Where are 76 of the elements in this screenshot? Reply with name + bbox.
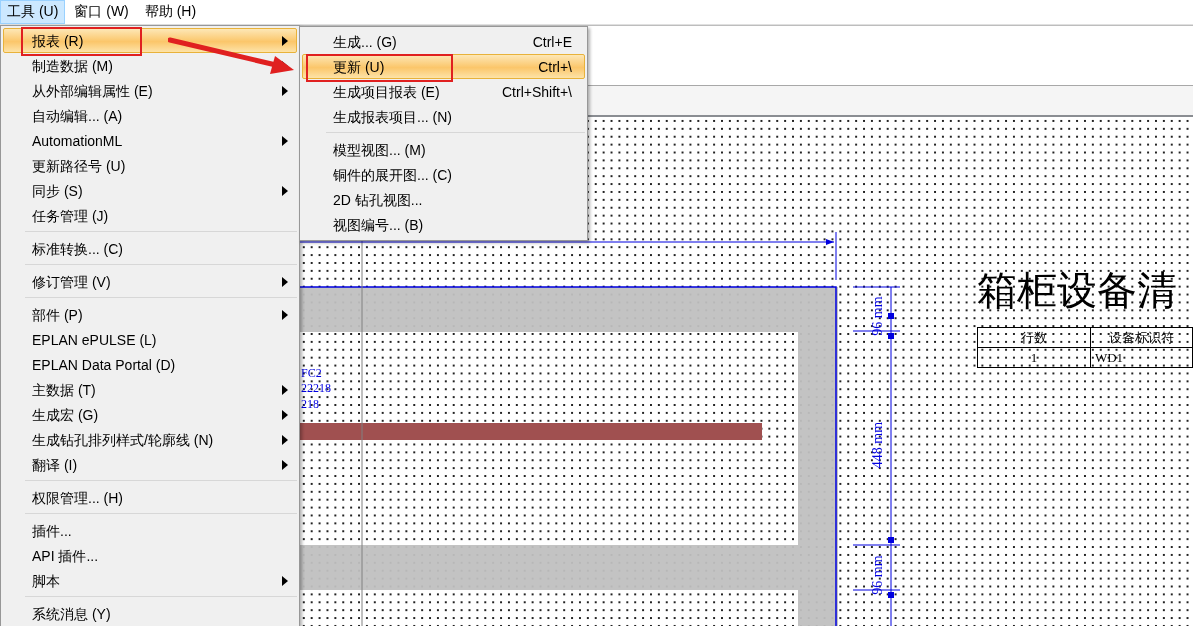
menu-item[interactable]: 铜件的展开图... (C) [302,162,585,187]
menu-item-label: EPLAN Data Portal (D) [32,356,176,373]
menu-item-label: 生成宏 (G) [32,406,99,423]
menu-item-label: AutomationML [32,132,123,149]
menu-item[interactable]: 报表 (R) [3,28,297,53]
menu-item[interactable]: EPLAN ePULSE (L) [3,327,297,352]
menu-item-label: 制造数据 (M) [32,57,113,74]
menu-item[interactable]: EPLAN Data Portal (D) [3,352,297,377]
dimension-text: 96 mm [871,296,885,336]
menu-item-label: 同步 (S) [32,182,83,199]
menu-item[interactable]: 生成... (G) Ctrl+E [302,29,585,54]
shortcut-text: Ctrl+E [532,33,573,50]
menu-item[interactable]: 模型视图... (M) [302,137,585,162]
dimension-text: 96 mm [871,555,885,595]
menu-item[interactable]: 自动编辑... (A) [3,103,297,128]
menu-item[interactable]: 生成项目报表 (E) Ctrl+Shift+\ [302,79,585,104]
table-cell: WD1 [1090,347,1193,368]
menu-bar-item[interactable]: 窗口 (W) [67,0,136,24]
menu-item[interactable]: API 插件... [3,543,297,568]
menu-item-label: API 插件... [32,547,99,564]
menu-item[interactable]: 更新 (U) Ctrl+\ [302,54,585,79]
menu-item-label: 更新路径号 (U) [32,157,126,174]
menu-item[interactable]: 权限管理... (H) [3,485,297,510]
menu-item[interactable]: 系统消息 (Y) [3,601,297,626]
menu-item-label: 主数据 (T) [32,381,96,398]
device-label: 22218 [301,381,331,395]
menu-item[interactable]: 标准转换... (C) [3,236,297,261]
menu-item-label: 2D 钻孔视图... [333,191,423,208]
menu-item[interactable]: 翻译 (I) [3,452,297,477]
menu-item[interactable]: AutomationML [3,128,297,153]
menu-item-label: 标准转换... (C) [32,240,123,257]
menu-item-label: 生成项目报表 (E) [333,83,440,100]
menu-item-label: 插件... [32,522,72,539]
menu-item[interactable]: 更新路径号 (U) [3,153,297,178]
menu-item-label: 权限管理... (H) [32,489,123,506]
menu-item-label: 铜件的展开图... (C) [333,166,452,183]
menu-item[interactable]: 主数据 (T) [3,377,297,402]
column-header: 行数 [977,327,1091,348]
menu-item[interactable]: 同步 (S) [3,178,297,203]
shortcut-text: Ctrl+Shift+\ [501,83,573,100]
menu-item-label: 翻译 (I) [32,456,78,473]
menu-item[interactable]: 插件... [3,518,297,543]
menu-item-label: EPLAN ePULSE (L) [32,331,157,348]
menu-item[interactable]: 修订管理 (V) [3,269,297,294]
menu-item-label: 更新 (U) [333,58,385,75]
menu-item-label: 修订管理 (V) [32,273,111,290]
menu-item-label: 部件 (P) [32,306,83,323]
menu-item-label: 生成... (G) [333,33,397,50]
dimension-text: 448 mm [871,421,885,469]
menu-item-label: 任务管理 (J) [32,207,109,224]
sheet-title: 箱柜设备清 [977,267,1177,315]
menu-item-label: 视图编号... (B) [333,216,424,233]
table-cell: 1 [977,347,1091,368]
device-label: FC2 [301,366,322,380]
device-label: 218 [301,397,319,411]
menu-item[interactable]: 从外部编辑属性 (E) [3,78,297,103]
menu-item[interactable]: 生成报表项目... (N) [302,104,585,129]
menu-item[interactable]: 脚本 [3,568,297,593]
menu-item-label: 生成报表项目... (N) [333,108,452,125]
menu-item[interactable]: 2D 钻孔视图... [302,187,585,212]
menu-item-label: 系统消息 (Y) [32,605,111,622]
menu-item-label: 报表 (R) [32,32,84,49]
menu-item[interactable]: 任务管理 (J) [3,203,297,228]
menu-item-label: 模型视图... (M) [333,141,426,158]
menu-item[interactable]: 生成宏 (G) [3,402,297,427]
menu-item[interactable]: 部件 (P) [3,302,297,327]
menu-item-label: 自动编辑... (A) [32,107,123,124]
menu-item-label: 从外部编辑属性 (E) [32,82,153,99]
menu-item[interactable]: 视图编号... (B) [302,212,585,237]
menu-item[interactable]: 生成钻孔排列样式/轮廓线 (N) [3,427,297,452]
shortcut-text: Ctrl+\ [538,58,573,75]
menu-bar-item[interactable]: 工具 (U) [0,0,66,24]
menu-bar-item[interactable]: 帮助 (H) [137,0,204,24]
menu-item-label: 脚本 [32,572,60,589]
menu-item-label: 生成钻孔排列样式/轮廓线 (N) [32,431,214,448]
column-header: 设备标识符 [1090,327,1193,348]
